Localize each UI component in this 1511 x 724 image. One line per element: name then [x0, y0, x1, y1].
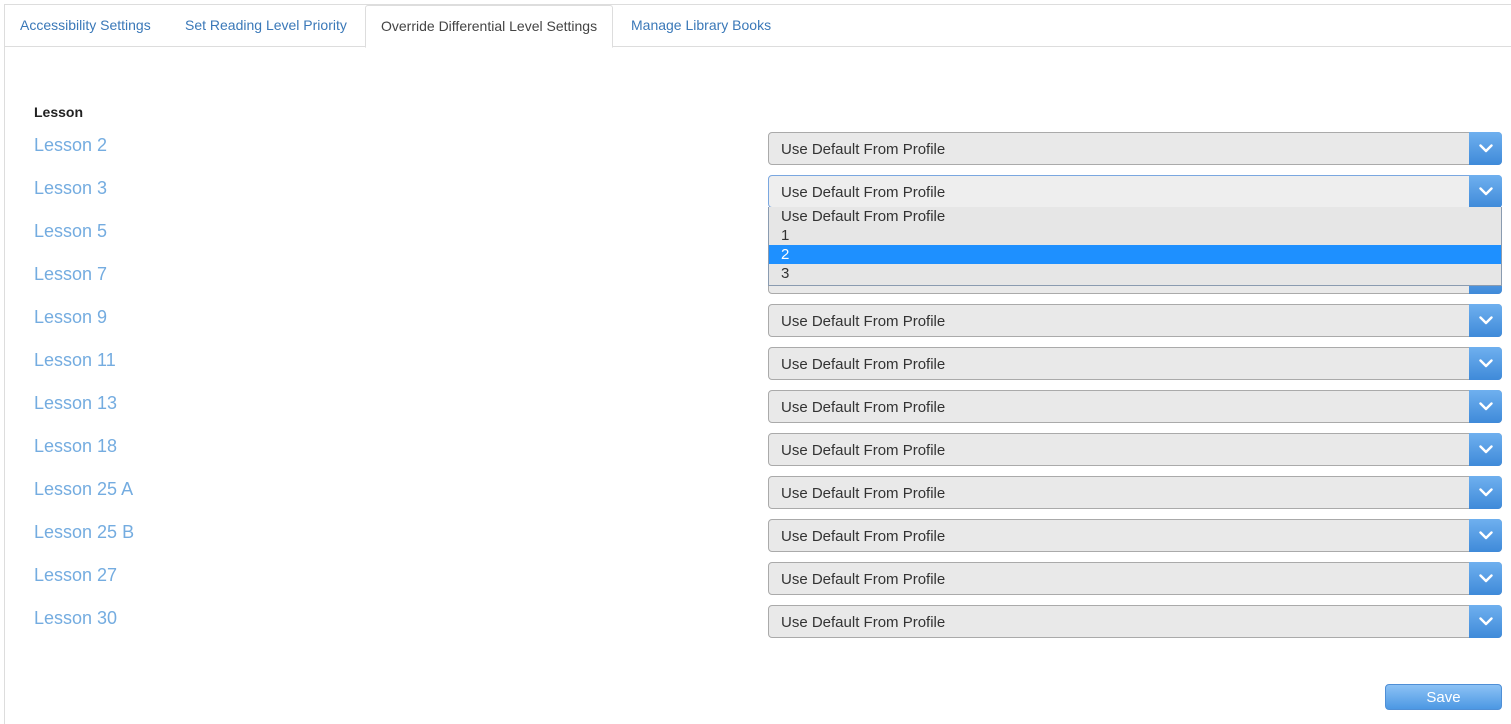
- lesson-link-lesson-3[interactable]: Lesson 3: [34, 178, 107, 199]
- lesson-link-lesson-9[interactable]: Lesson 9: [34, 307, 107, 328]
- lesson-column-header: Lesson: [34, 104, 84, 120]
- select-value: Use Default From Profile: [781, 571, 946, 588]
- chevron-down-icon[interactable]: [1469, 562, 1502, 595]
- lesson-link-lesson-27[interactable]: Lesson 27: [34, 565, 117, 586]
- select-value: Use Default From Profile: [781, 485, 946, 502]
- differential-level-select-lesson-13[interactable]: Use Default From Profile: [768, 390, 1502, 423]
- dropdown-option[interactable]: 3: [769, 264, 1501, 283]
- select-value: Use Default From Profile: [781, 356, 946, 373]
- select-value: Use Default From Profile: [781, 528, 946, 545]
- select-value: Use Default From Profile: [781, 614, 946, 631]
- lesson-link-lesson-13[interactable]: Lesson 13: [34, 393, 117, 414]
- save-button[interactable]: Save: [1385, 684, 1502, 710]
- chevron-down-icon[interactable]: [1469, 347, 1502, 380]
- select-value: Use Default From Profile: [781, 442, 946, 459]
- select-value: Use Default From Profile: [781, 184, 946, 201]
- lesson-link-lesson-11[interactable]: Lesson 11: [34, 350, 116, 371]
- lesson-link-lesson-7[interactable]: Lesson 7: [34, 264, 107, 285]
- chevron-down-icon[interactable]: [1469, 519, 1502, 552]
- select-value: Use Default From Profile: [781, 399, 946, 416]
- lesson-link-lesson-25-a[interactable]: Lesson 25 A: [34, 479, 133, 500]
- chevron-down-icon[interactable]: [1469, 476, 1502, 509]
- tab-set-reading-level-priority[interactable]: Set Reading Level Priority: [185, 4, 347, 47]
- tab-accessibility-settings[interactable]: Accessibility Settings: [20, 4, 151, 47]
- tab-manage-library-books[interactable]: Manage Library Books: [631, 4, 771, 47]
- differential-level-select-lesson-25-a[interactable]: Use Default From Profile: [768, 476, 1502, 509]
- chevron-down-icon[interactable]: [1469, 175, 1502, 208]
- differential-level-select-lesson-27[interactable]: Use Default From Profile: [768, 562, 1502, 595]
- lesson-3-options-list[interactable]: Use Default From Profile 1 2 3: [768, 207, 1502, 286]
- differential-level-select-lesson-30[interactable]: Use Default From Profile: [768, 605, 1502, 638]
- lesson-link-lesson-30[interactable]: Lesson 30: [34, 608, 117, 629]
- lesson-link-lesson-5[interactable]: Lesson 5: [34, 221, 107, 242]
- dropdown-option[interactable]: 2: [769, 245, 1501, 264]
- chevron-down-icon[interactable]: [1469, 433, 1502, 466]
- differential-level-select-lesson-25-b[interactable]: Use Default From Profile: [768, 519, 1502, 552]
- differential-level-select-lesson-3[interactable]: Use Default From Profile: [768, 175, 1502, 208]
- lesson-link-lesson-2[interactable]: Lesson 2: [34, 135, 107, 156]
- dropdown-option[interactable]: Use Default From Profile: [769, 207, 1501, 226]
- select-value: Use Default From Profile: [781, 141, 946, 158]
- differential-level-select-lesson-2[interactable]: Use Default From Profile: [768, 132, 1502, 165]
- differential-level-select-lesson-11[interactable]: Use Default From Profile: [768, 347, 1502, 380]
- chevron-down-icon[interactable]: [1469, 605, 1502, 638]
- chevron-down-icon[interactable]: [1469, 390, 1502, 423]
- tab-bar: Accessibility Settings Set Reading Level…: [4, 4, 1511, 48]
- dropdown-option[interactable]: 1: [769, 226, 1501, 245]
- select-value: Use Default From Profile: [781, 313, 946, 330]
- chevron-down-icon[interactable]: [1469, 132, 1502, 165]
- differential-level-select-lesson-18[interactable]: Use Default From Profile: [768, 433, 1502, 466]
- differential-level-select-lesson-9[interactable]: Use Default From Profile: [768, 304, 1502, 337]
- lesson-link-lesson-25-b[interactable]: Lesson 25 B: [34, 522, 134, 543]
- tab-override-differential-level-settings[interactable]: Override Differential Level Settings: [365, 5, 614, 48]
- chevron-down-icon[interactable]: [1469, 304, 1502, 337]
- lesson-link-lesson-18[interactable]: Lesson 18: [34, 436, 117, 457]
